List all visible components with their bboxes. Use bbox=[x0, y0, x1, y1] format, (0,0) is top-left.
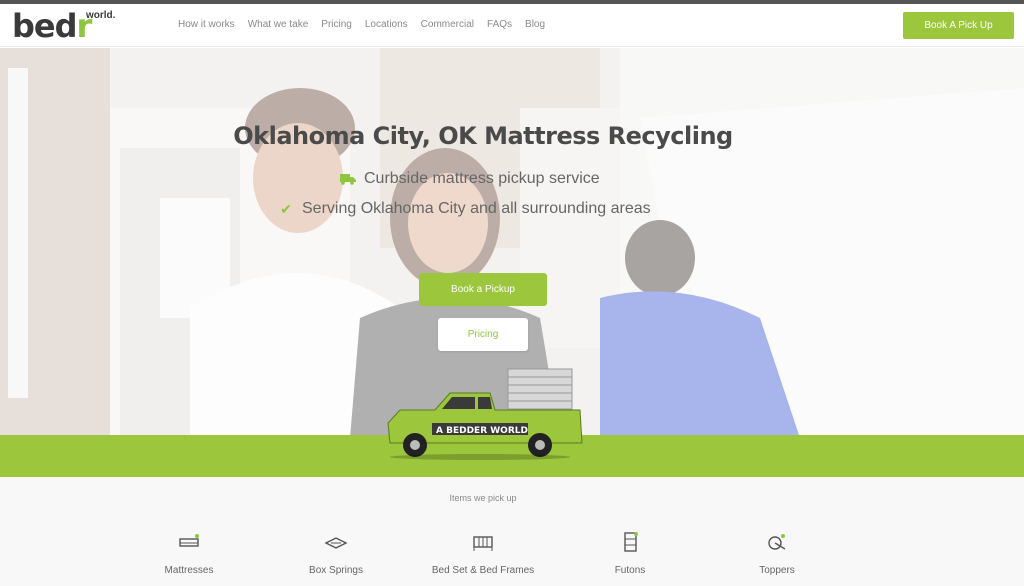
items-section: Items we pick up Mattresses Box Springs … bbox=[0, 477, 1024, 586]
check-icon: ✔ bbox=[280, 200, 292, 217]
nav-pricing[interactable]: Pricing bbox=[321, 19, 352, 30]
item-label: Box Springs bbox=[309, 565, 363, 576]
item-label: Toppers bbox=[759, 565, 795, 576]
topper-icon bbox=[768, 534, 786, 550]
feature-serving: ✔ Serving Oklahoma City and all surround… bbox=[278, 200, 651, 218]
item-toppers[interactable]: Toppers bbox=[717, 531, 837, 578]
book-pickup-button[interactable]: Book a Pickup bbox=[419, 273, 547, 306]
item-box-springs[interactable]: Box Springs bbox=[276, 531, 396, 578]
box-spring-icon bbox=[324, 537, 348, 549]
logo-wordmark: bedr bbox=[12, 7, 92, 45]
truck-illustration: A BEDDER WORLD bbox=[387, 368, 583, 460]
nav-locations[interactable]: Locations bbox=[365, 19, 408, 30]
nav-blog[interactable]: Blog bbox=[525, 19, 545, 30]
nav-what-we-take[interactable]: What we take bbox=[248, 19, 309, 30]
feature-text: Curbside mattress pickup service bbox=[364, 170, 600, 187]
feature-curbside: Curbside mattress pickup service bbox=[340, 170, 600, 188]
truck-icon bbox=[340, 172, 356, 186]
item-label: Mattresses bbox=[164, 565, 214, 576]
nav-commercial[interactable]: Commercial bbox=[421, 19, 474, 30]
item-label: Bed Set & Bed Frames bbox=[431, 565, 535, 576]
item-label: Futons bbox=[614, 565, 646, 576]
site-header: bedr world. How it works What we take Pr… bbox=[0, 4, 1024, 47]
item-mattresses[interactable]: Mattresses bbox=[129, 531, 249, 578]
item-futons[interactable]: Futons bbox=[570, 531, 690, 578]
main-nav: How it works What we take Pricing Locati… bbox=[178, 19, 558, 30]
truck-label: A BEDDER WORLD bbox=[436, 426, 528, 436]
nav-faqs[interactable]: FAQs bbox=[487, 19, 512, 30]
item-bed-frames[interactable]: Bed Set & Bed Frames bbox=[423, 531, 543, 578]
logo-sub: world. bbox=[86, 10, 116, 21]
futon-icon bbox=[624, 532, 638, 552]
pricing-button[interactable]: Pricing bbox=[438, 318, 528, 351]
feature-text: Serving Oklahoma City and all surroundin… bbox=[302, 200, 651, 217]
bed-frame-icon bbox=[473, 536, 493, 551]
page-title: Oklahoma City, OK Mattress Recycling bbox=[233, 122, 733, 150]
book-pickup-header-button[interactable]: Book A Pick Up bbox=[903, 12, 1014, 39]
items-title: Items we pick up bbox=[449, 493, 517, 503]
logo[interactable]: bedr world. bbox=[12, 7, 116, 46]
nav-how-it-works[interactable]: How it works bbox=[178, 19, 235, 30]
mattress-icon bbox=[179, 534, 199, 547]
